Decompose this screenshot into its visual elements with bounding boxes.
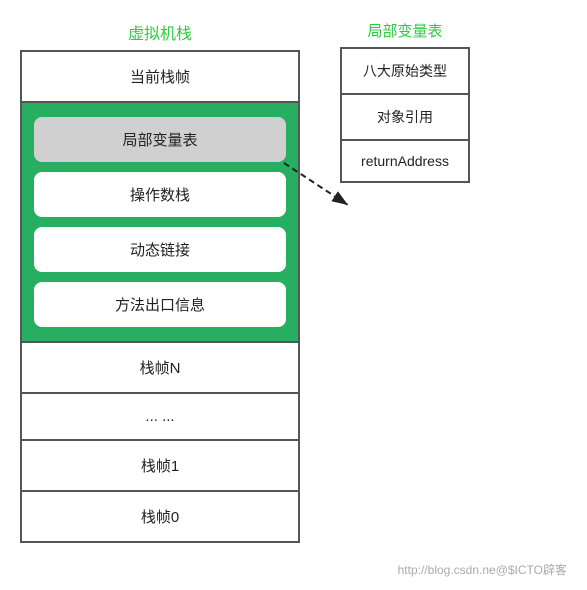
- dynamic-link-box: 动态链接: [34, 227, 286, 272]
- stack-border: 当前栈帧 局部变量表 操作数栈 动态链接 方法出口信息 栈帧N ... ... …: [20, 50, 300, 543]
- frame-0: 栈帧0: [22, 492, 298, 541]
- local-var-row-2: returnAddress: [342, 141, 468, 181]
- local-var-table: 八大原始类型 对象引用 returnAddress: [340, 47, 470, 183]
- virtual-stack-section: 虚拟机栈 当前栈帧 局部变量表 操作数栈 动态链接 方法出口信息 栈帧N ...…: [20, 20, 300, 543]
- frame-n: 栈帧N: [22, 343, 298, 394]
- local-vars-box: 局部变量表: [34, 117, 286, 162]
- bottom-frames: 栈帧N ... ... 栈帧1 栈帧0: [22, 343, 298, 541]
- green-frame: 局部变量表 操作数栈 动态链接 方法出口信息: [22, 103, 298, 343]
- current-frame-row: 当前栈帧: [22, 52, 298, 103]
- local-var-row-1: 对象引用: [342, 95, 468, 141]
- frame-1: 栈帧1: [22, 441, 298, 492]
- watermark: http://blog.csdn.ne@$ICTO辟客: [398, 561, 567, 578]
- local-var-label: 局部变量表: [340, 20, 470, 41]
- local-var-section: 局部变量表 八大原始类型 对象引用 returnAddress: [330, 20, 470, 543]
- operand-stack-box: 操作数栈: [34, 172, 286, 217]
- frame-dots: ... ...: [22, 394, 298, 441]
- method-exit-box: 方法出口信息: [34, 282, 286, 327]
- main-container: 虚拟机栈 当前栈帧 局部变量表 操作数栈 动态链接 方法出口信息 栈帧N ...…: [0, 0, 587, 553]
- local-var-row-0: 八大原始类型: [342, 49, 468, 95]
- virtual-stack-label: 虚拟机栈: [20, 20, 300, 44]
